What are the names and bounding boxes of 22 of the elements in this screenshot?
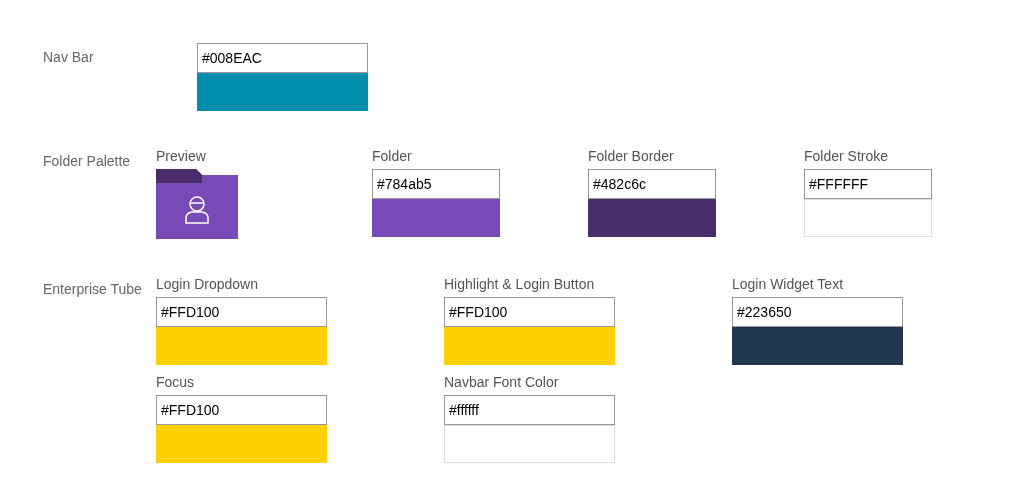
- field-label: Folder Stroke: [804, 147, 890, 165]
- hex-input-field[interactable]: #FFD100: [444, 297, 615, 327]
- field-label: Login Widget Text: [732, 275, 845, 293]
- hex-input-field[interactable]: #FFD100: [156, 297, 327, 327]
- field-label: Login Dropdown: [156, 275, 259, 293]
- hex-input-field[interactable]: #FFD100: [156, 395, 327, 425]
- field-label: Preview: [156, 147, 207, 165]
- hex-input-field[interactable]: #223650: [732, 297, 903, 327]
- field-label: Highlight & Login Button: [444, 275, 596, 293]
- section-label: Enterprise Tube: [43, 280, 143, 299]
- field-label: Folder Border: [588, 147, 675, 165]
- field-label: Folder: [372, 147, 413, 165]
- hex-input-field[interactable]: #784ab5: [372, 169, 500, 199]
- field-label: Navbar Font Color: [444, 373, 560, 391]
- hex-input-field[interactable]: #FFFFFF: [804, 169, 932, 199]
- hex-input-field[interactable]: #482c6c: [588, 169, 716, 199]
- hex-input-field[interactable]: #ffffff: [444, 395, 615, 425]
- folder-preview-icon: [156, 169, 238, 239]
- field-label: Focus: [156, 373, 196, 391]
- section-label: Nav Bar: [43, 48, 95, 67]
- hex-input-field[interactable]: #008EAC: [197, 43, 368, 73]
- section-label: Folder Palette: [43, 152, 132, 171]
